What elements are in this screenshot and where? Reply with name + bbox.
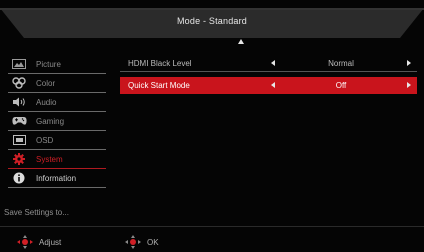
sidebar-item-osd[interactable]: OSD (8, 131, 106, 150)
setting-label: HDMI Black Level (128, 58, 192, 68)
mode-title: Mode - Standard (176, 16, 248, 26)
sidebar-item-label: Color (36, 78, 56, 88)
sidebar-item-color[interactable]: Color (8, 74, 106, 93)
sidebar-item-label: Gaming (36, 116, 65, 126)
setting-value: Off (335, 81, 347, 90)
adjust-hint: Adjust (17, 235, 61, 249)
sidebar-item-label: Information (36, 173, 77, 183)
sidebar-item-system[interactable]: System (8, 150, 106, 169)
scroll-up-arrow-icon[interactable] (238, 39, 244, 44)
setting-label: Quick Start Mode (128, 81, 190, 90)
increase-arrow-icon[interactable] (407, 82, 411, 88)
picture-icon (11, 58, 27, 70)
sidebar-item-information[interactable]: Information (8, 169, 106, 188)
color-palette-icon (11, 77, 27, 89)
setting-row-hdmi-black-level[interactable]: HDMI Black Level Normal (120, 55, 417, 72)
info-icon (11, 172, 27, 184)
decrease-arrow-icon[interactable] (271, 82, 275, 88)
sidebar-item-label: Picture (36, 59, 61, 69)
setting-value: Normal (328, 58, 354, 68)
dpad-ok-icon (125, 235, 141, 249)
sidebar-item-gaming[interactable]: Gaming (8, 112, 106, 131)
setting-row-quick-start-mode[interactable]: Quick Start Mode Off (120, 77, 417, 94)
decrease-arrow-icon[interactable] (271, 60, 275, 66)
footer-divider (0, 226, 424, 227)
sidebar-item-label: System (36, 154, 63, 164)
sidebar-item-label: Audio (36, 97, 57, 107)
adjust-label: Adjust (39, 237, 62, 247)
ok-label: OK (147, 237, 159, 247)
speaker-icon (11, 96, 27, 108)
osd-menu: Mode - Standard Picture Color Audio Gami… (0, 0, 424, 252)
osd-window-icon (11, 134, 27, 146)
increase-arrow-icon[interactable] (407, 60, 411, 66)
dpad-adjust-icon (17, 235, 33, 249)
ok-hint: OK (125, 235, 159, 249)
sidebar-item-audio[interactable]: Audio (8, 93, 106, 112)
sidebar-item-picture[interactable]: Picture (8, 55, 106, 74)
title-bar: Mode - Standard (0, 8, 424, 38)
sidebar-item-label: OSD (36, 135, 54, 145)
gear-icon (11, 153, 27, 165)
gamepad-icon (11, 115, 27, 127)
save-settings-item[interactable]: Save Settings to... (4, 208, 69, 217)
